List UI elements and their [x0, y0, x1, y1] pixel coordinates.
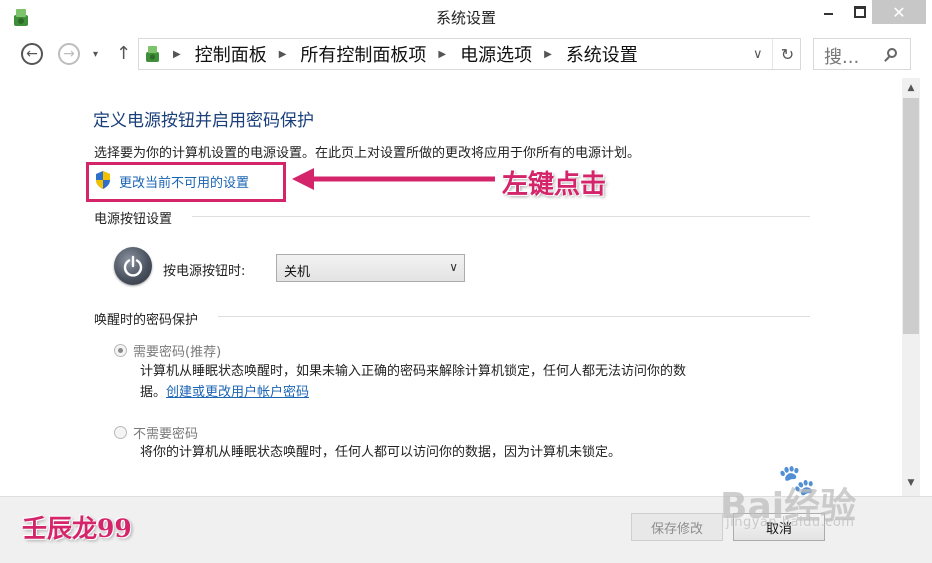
- author-watermark: 壬辰龙99: [22, 514, 132, 543]
- annotation-arrow-icon: [292, 168, 495, 190]
- require-password-desc-line2: 据。: [140, 385, 167, 400]
- control-panel-icon: [146, 46, 159, 62]
- power-button-action-value: 关机: [284, 265, 311, 280]
- navigation-bar: ← → ▾ ↑ ▶ 控制面板 ▶ 所有控制面板项 ▶ 电源选项 ▶ 系统设置 ∨…: [0, 34, 932, 78]
- scroll-up-icon[interactable]: ▲: [902, 80, 920, 96]
- main-content: 定义电源按钮并启用密码保护 选择要为你的计算机设置的电源设置。在此页上对设置所做…: [0, 78, 902, 496]
- breadcrumb-separator-icon[interactable]: ▶: [544, 49, 552, 60]
- section-divider: [218, 316, 810, 317]
- no-password-description: 将你的计算机从睡眠状态唤醒时，任何人都可以访问你的数据，因为计算机未锁定。: [140, 445, 622, 460]
- power-button-section-heading: 电源按钮设置: [94, 212, 173, 227]
- address-dropdown-icon[interactable]: ∨: [753, 47, 763, 62]
- search-placeholder: 搜...: [824, 47, 860, 68]
- chevron-down-icon: ∨: [449, 260, 458, 274]
- close-button[interactable]: ✕: [872, 0, 926, 24]
- footer-bar: 壬辰龙99 保存修改 取消: [0, 496, 932, 563]
- vertical-scrollbar[interactable]: ▲ ▼: [902, 78, 920, 496]
- breadcrumb-item-all-items[interactable]: 所有控制面板项: [300, 41, 426, 67]
- address-bar[interactable]: ▶ 控制面板 ▶ 所有控制面板项 ▶ 电源选项 ▶ 系统设置 ∨ ↻: [138, 38, 801, 70]
- power-icon: [114, 247, 152, 285]
- no-password-label: 不需要密码: [133, 427, 199, 442]
- close-icon: ✕: [892, 2, 906, 22]
- forward-arrow-icon: →: [63, 46, 75, 62]
- page-description: 选择要为你的计算机设置的电源设置。在此页上对设置所做的更改将应用于你所有的电源计…: [94, 146, 641, 161]
- window-title: 系统设置: [435, 9, 496, 27]
- cancel-button[interactable]: 取消: [733, 513, 825, 541]
- page-title: 定义电源按钮并启用密码保护: [93, 111, 314, 131]
- no-password-radio[interactable]: [114, 426, 127, 439]
- password-section-heading: 唤醒时的密码保护: [94, 313, 199, 328]
- refresh-icon: ↻: [780, 44, 795, 64]
- require-password-description: 计算机从睡眠状态唤醒时，如果未输入正确的密码来解除计算机锁定，任何人都无法访问你…: [140, 361, 790, 403]
- back-button[interactable]: ←: [21, 43, 43, 65]
- back-arrow-icon: ←: [26, 46, 38, 62]
- search-input[interactable]: 搜...: [813, 38, 911, 70]
- breadcrumb-separator-icon[interactable]: ▶: [173, 49, 181, 60]
- title-bar: 系统设置 ✕: [0, 0, 932, 35]
- uac-shield-icon: [96, 171, 110, 189]
- breadcrumb-separator-icon[interactable]: ▶: [438, 49, 446, 60]
- section-divider: [192, 216, 810, 217]
- forward-button[interactable]: →: [58, 43, 80, 65]
- breadcrumb-item-control-panel[interactable]: 控制面板: [195, 41, 267, 67]
- change-unavailable-settings-link[interactable]: 更改当前不可用的设置: [119, 172, 249, 191]
- save-changes-button[interactable]: 保存修改: [631, 513, 723, 541]
- maximize-icon: [854, 6, 866, 18]
- scrollbar-thumb[interactable]: [903, 98, 919, 334]
- create-change-password-link[interactable]: 创建或更改用户帐户密码: [166, 385, 309, 400]
- annotation-label: 左键点击: [502, 170, 607, 200]
- breadcrumb-separator-icon[interactable]: ▶: [279, 49, 287, 60]
- minimize-icon: [823, 13, 833, 15]
- search-icon: [887, 48, 897, 58]
- up-button[interactable]: ↑: [116, 43, 131, 64]
- breadcrumb-item-system-settings[interactable]: 系统设置: [566, 41, 638, 67]
- require-password-desc-line1: 计算机从睡眠状态唤醒时，如果未输入正确的密码来解除计算机锁定，任何人都无法访问你…: [140, 364, 687, 379]
- require-password-radio[interactable]: [114, 344, 127, 357]
- breadcrumb: ▶ 控制面板 ▶ 所有控制面板项 ▶ 电源选项 ▶ 系统设置: [169, 39, 638, 69]
- scroll-down-icon[interactable]: ▼: [902, 475, 920, 491]
- power-button-action-label: 按电源按钮时:: [163, 264, 246, 279]
- recent-locations-dropdown[interactable]: ▾: [93, 49, 98, 60]
- require-password-label: 需要密码(推荐): [133, 345, 222, 360]
- refresh-button[interactable]: ↻: [772, 39, 802, 69]
- power-button-action-select[interactable]: 关机 ∨: [276, 254, 465, 282]
- breadcrumb-item-power-options[interactable]: 电源选项: [460, 41, 532, 67]
